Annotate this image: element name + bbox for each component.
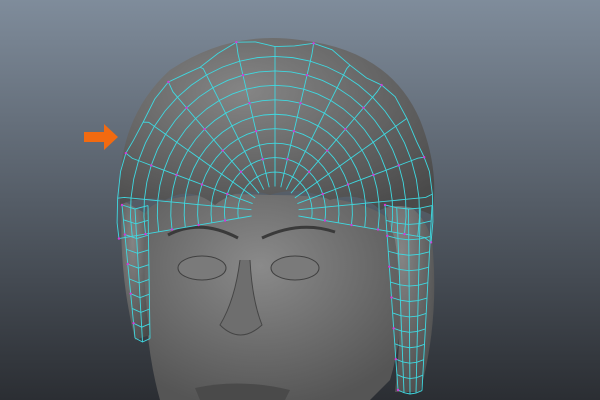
wire-vertex	[350, 223, 353, 227]
wire-vertex	[226, 192, 229, 196]
wire-vertex	[221, 149, 224, 152]
wire-vertex	[376, 228, 380, 231]
head-mesh[interactable]	[134, 194, 403, 400]
wire-vertex	[299, 102, 302, 105]
wire-vertex	[150, 164, 153, 167]
wire-vertex	[403, 232, 406, 236]
wire-vertex	[392, 327, 395, 330]
wire-vertex	[385, 234, 389, 238]
face	[144, 194, 403, 400]
wire-vertex	[170, 228, 174, 231]
wire-vertex	[326, 149, 329, 152]
wire-vertex	[223, 219, 227, 222]
wire-vertex	[396, 388, 400, 392]
wire-vertex	[321, 192, 324, 196]
wire-vertex	[124, 151, 128, 155]
eye-left	[177, 255, 227, 281]
eye-right	[270, 255, 320, 281]
wire-vertex	[261, 158, 264, 161]
3d-viewport[interactable]	[0, 0, 600, 400]
wire-vertex	[185, 106, 188, 110]
wire-vertex	[144, 232, 147, 236]
wire-vertex	[397, 164, 400, 167]
wire-vertex	[126, 262, 129, 266]
wire-vertex	[129, 292, 132, 295]
wire-vertex	[132, 322, 135, 325]
wire-vertex	[241, 73, 245, 77]
wire-vertex	[344, 127, 347, 131]
wire-vertex	[372, 173, 375, 177]
wire-vertex	[346, 183, 350, 186]
wire-vertex	[117, 237, 121, 240]
wire-vertex	[175, 173, 178, 177]
wire-vertex	[235, 40, 238, 44]
wire-vertex	[286, 158, 289, 161]
wire-vertex	[203, 127, 206, 131]
wire-vertex	[248, 102, 251, 105]
wire-vertex	[292, 130, 296, 133]
wire-vertex	[254, 130, 258, 133]
wire-vertex	[307, 170, 311, 174]
wire-vertex	[383, 203, 387, 207]
wire-vertex	[362, 106, 365, 110]
wire-vertex	[239, 170, 243, 174]
wire-vertex	[390, 296, 393, 299]
wire-vertex	[197, 223, 200, 227]
wire-vertex	[200, 183, 204, 186]
wire-vertex	[120, 203, 124, 207]
wire-vertex	[388, 265, 391, 268]
wire-vertex	[305, 73, 309, 77]
wire-vertex	[394, 357, 398, 361]
wire-vertex	[167, 80, 170, 84]
wire-vertex	[312, 42, 315, 45]
wire-vertex	[123, 233, 127, 236]
wire-vertex	[422, 155, 426, 159]
wire-vertex	[380, 83, 383, 87]
wire-vertex	[323, 219, 327, 222]
